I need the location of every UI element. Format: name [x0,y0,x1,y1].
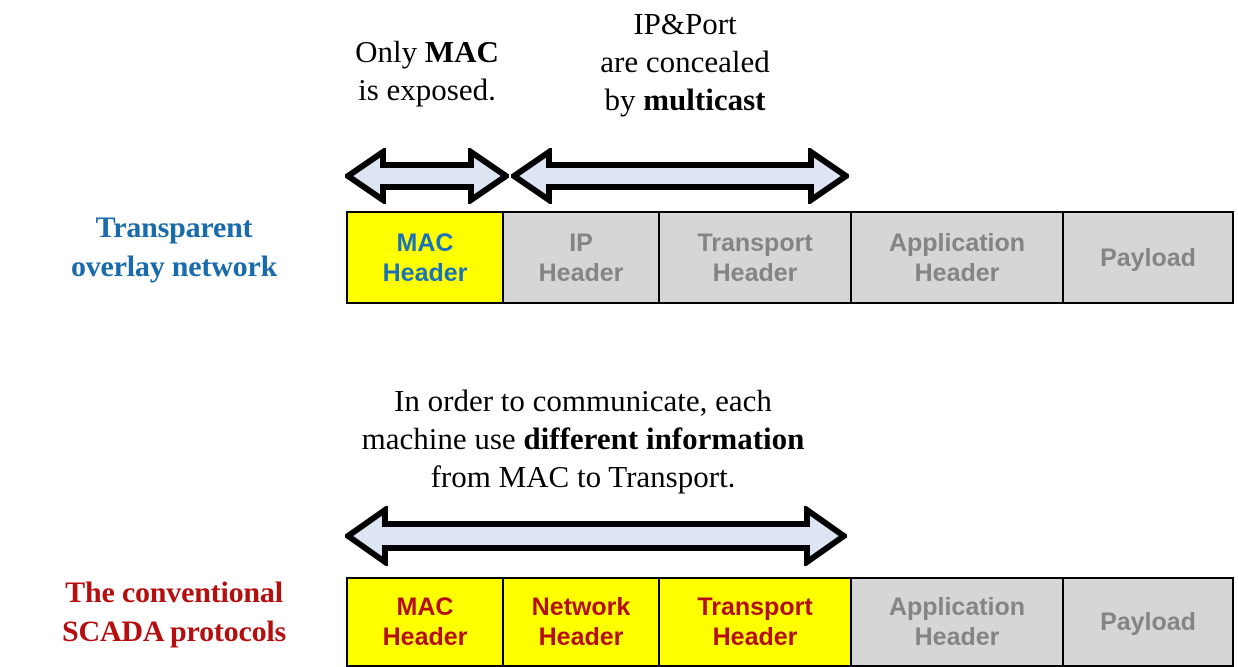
packet-cell-line-1: IP [569,228,593,257]
section-label-conventional-scada-protocols: The conventional SCADA protocols [8,573,340,651]
caption-line-2: is exposed. [358,72,496,107]
packet-cell-ip-header: IP Header [504,213,660,302]
diagram-canvas: Transparent overlay network Only MAC is … [0,0,1238,667]
packet-cell-line-2: Header [712,258,798,287]
packet-cell-transport-header: Transport Header [660,579,852,665]
packet-cell-line-1: Payload [1100,608,1196,636]
packet-cell-line-1: Transport [697,593,813,621]
packet-cell-payload: Payload [1064,579,1232,665]
packet-cell-line-1: Application [888,228,1026,257]
section-label-line-1: Transparent [95,211,253,244]
packet-cell-line-1: Transport [697,228,813,257]
packet-cell-line-1: Network [531,593,631,621]
caption-line-2: are concealed [600,44,770,79]
packet-cell-line-2: Header [914,258,1000,287]
packet-cell-network-header: Network Header [504,579,660,665]
caption-text-by: by [604,82,644,117]
caption-bold-mac: MAC [424,34,499,69]
section-label-line-1: The conventional [65,576,283,609]
caption-ipport-concealed-by-multicast: IP&Port are concealed by multicast [546,5,824,119]
caption-line-3: by multicast [546,81,824,119]
mac-span-arrow [345,148,509,204]
packet-diagram-transparent-overlay: MAC Header IP Header Transport Header Ap… [346,211,1234,304]
caption-only-mac-is-exposed: Only MAC is exposed. [332,33,522,109]
packet-cell-line-2: Header [712,623,798,651]
packet-cell-transport-header: Transport Header [660,213,852,302]
ip-transport-application-span-arrow [511,148,849,204]
mac-to-transport-span-arrow [345,506,847,566]
packet-cell-line-1: MAC [396,593,454,621]
caption-line-3: from MAC to Transport. [430,459,736,494]
caption-line-1: IP&Port [633,6,737,41]
packet-cell-application-header: Application Header [852,213,1064,302]
packet-cell-line-1: Payload [1100,243,1196,272]
packet-diagram-conventional-scada: MAC Header Network Header Transport Head… [346,577,1234,667]
packet-cell-line-2: Header [382,623,468,651]
packet-cell-line-2: Header [538,258,624,287]
caption-different-information: In order to communicate, each machine us… [268,382,898,496]
packet-cell-line-2: Header [538,623,624,651]
packet-cell-application-header: Application Header [852,579,1064,665]
caption-text-machine-use: machine use [361,421,524,456]
caption-bold-multicast: multicast [643,82,766,117]
packet-cell-line-2: Header [382,258,468,287]
caption-bold-different-information: different information [523,421,805,456]
packet-cell-payload: Payload [1064,213,1232,302]
caption-line-2: machine use different information [268,420,898,458]
caption-line-1: In order to communicate, each [394,383,772,418]
section-label-transparent-overlay-network: Transparent overlay network [8,208,340,286]
packet-cell-line-1: Application [888,593,1026,621]
caption-text-only: Only [355,34,425,69]
packet-cell-line-1: MAC [396,228,454,257]
section-label-line-2: SCADA protocols [62,615,286,648]
packet-cell-line-2: Header [914,623,1000,651]
packet-cell-mac-header: MAC Header [348,213,504,302]
caption-line-1: Only MAC [332,33,522,71]
section-label-line-2: overlay network [70,250,278,283]
packet-cell-mac-header: MAC Header [348,579,504,665]
